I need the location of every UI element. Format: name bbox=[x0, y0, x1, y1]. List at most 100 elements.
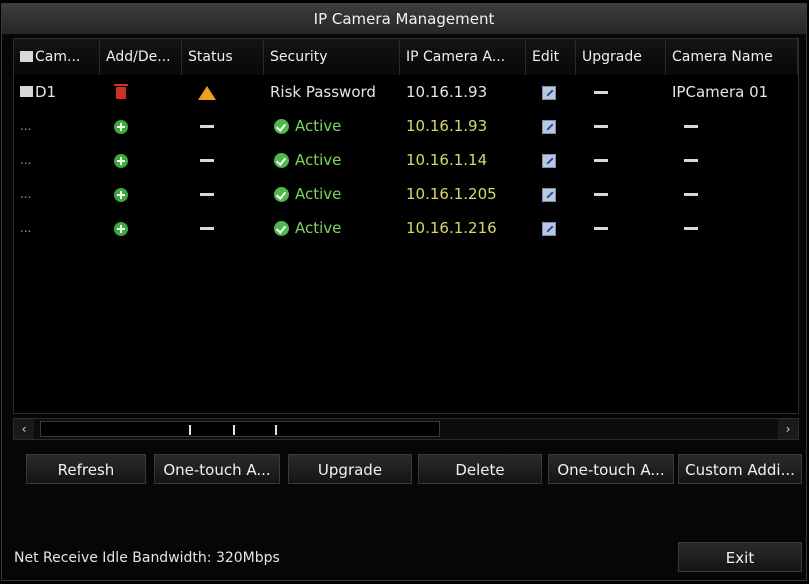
row-action bbox=[100, 109, 182, 143]
row-security: Active bbox=[264, 109, 400, 143]
row-ip: 10.16.1.14 bbox=[406, 151, 488, 169]
delete-icon[interactable] bbox=[114, 83, 128, 99]
edit-icon[interactable] bbox=[542, 153, 556, 168]
table-row[interactable]: ... Active 10.16.1.205 bbox=[14, 177, 798, 211]
row-action bbox=[100, 143, 182, 177]
col-ip-address[interactable]: IP Camera A... bbox=[400, 39, 526, 75]
bandwidth-status: Net Receive Idle Bandwidth: 320Mbps bbox=[14, 550, 280, 566]
dash-icon bbox=[684, 125, 698, 128]
row-ip: 10.16.1.205 bbox=[406, 185, 497, 203]
row-status bbox=[182, 177, 264, 211]
row-status bbox=[182, 143, 264, 177]
row-camera-name bbox=[666, 177, 798, 211]
row-upgrade bbox=[576, 143, 666, 177]
row-status bbox=[182, 75, 264, 109]
col-security[interactable]: Security bbox=[264, 39, 400, 75]
row-security: Active bbox=[264, 211, 400, 245]
edit-icon[interactable] bbox=[542, 119, 556, 134]
grip-mark bbox=[189, 425, 191, 435]
row-camera: ... bbox=[20, 119, 32, 133]
edit-icon[interactable] bbox=[542, 187, 556, 202]
row-ip: 10.16.1.93 bbox=[406, 83, 488, 101]
scroll-thumb[interactable] bbox=[40, 421, 440, 437]
refresh-button[interactable]: Refresh bbox=[26, 454, 146, 484]
row-upgrade bbox=[576, 109, 666, 143]
table-row[interactable]: ... Active 10.16.1.216 bbox=[14, 211, 798, 245]
table-row[interactable]: ... Active 10.16.1.93 bbox=[14, 109, 798, 143]
exit-button[interactable]: Exit bbox=[678, 542, 802, 572]
row-camera-name: IPCamera 01 bbox=[672, 83, 769, 101]
check-icon bbox=[274, 119, 289, 134]
dash-icon bbox=[200, 227, 214, 230]
row-status bbox=[182, 109, 264, 143]
row-edit bbox=[526, 177, 576, 211]
scroll-left-button[interactable]: ‹ bbox=[14, 419, 34, 439]
table-row[interactable]: ... Active 10.16.1.14 bbox=[14, 143, 798, 177]
dash-icon bbox=[200, 159, 214, 162]
check-icon bbox=[274, 187, 289, 202]
row-upgrade bbox=[576, 177, 666, 211]
col-camera[interactable]: Cam... bbox=[14, 39, 100, 75]
row-camera: ... bbox=[20, 187, 32, 201]
window-title: IP Camera Management bbox=[2, 4, 806, 34]
scroll-right-button[interactable]: › bbox=[778, 419, 798, 439]
row-edit bbox=[526, 109, 576, 143]
dash-icon bbox=[684, 159, 698, 162]
row-security: Active bbox=[264, 143, 400, 177]
col-camera-name[interactable]: Camera Name bbox=[666, 39, 798, 75]
horizontal-scrollbar[interactable]: ‹ › bbox=[13, 418, 799, 440]
row-camera-name bbox=[666, 211, 798, 245]
check-icon bbox=[274, 221, 289, 236]
dash-icon bbox=[594, 227, 608, 230]
dash-icon bbox=[200, 193, 214, 196]
edit-icon[interactable] bbox=[542, 221, 556, 236]
row-status bbox=[182, 211, 264, 245]
row-action bbox=[100, 211, 182, 245]
warning-icon bbox=[198, 85, 216, 100]
row-edit bbox=[526, 211, 576, 245]
delete-button[interactable]: Delete bbox=[418, 454, 542, 484]
one-touch-activate-button[interactable]: One-touch A... bbox=[548, 454, 674, 484]
row-camera: ... bbox=[20, 153, 32, 167]
row-edit bbox=[526, 143, 576, 177]
row-upgrade bbox=[576, 211, 666, 245]
col-edit[interactable]: Edit bbox=[526, 39, 576, 75]
dash-icon bbox=[200, 125, 214, 128]
dash-icon bbox=[594, 193, 608, 196]
row-edit bbox=[526, 75, 576, 109]
add-icon[interactable] bbox=[114, 221, 128, 236]
row-camera-name bbox=[666, 143, 798, 177]
row-checkbox[interactable] bbox=[20, 86, 33, 97]
col-upgrade[interactable]: Upgrade bbox=[576, 39, 666, 75]
dash-icon bbox=[684, 193, 698, 196]
upgrade-button[interactable]: Upgrade bbox=[288, 454, 412, 484]
add-icon[interactable] bbox=[114, 187, 128, 202]
table-row[interactable]: D1 Risk Password 10.16.1.93 IPCamera 01 bbox=[14, 75, 798, 109]
check-icon bbox=[274, 153, 289, 168]
custom-add-button[interactable]: Custom Addi... bbox=[678, 454, 802, 484]
one-touch-add-button[interactable]: One-touch A... bbox=[154, 454, 280, 484]
select-all-checkbox[interactable] bbox=[20, 50, 33, 62]
row-action bbox=[100, 177, 182, 211]
row-action bbox=[100, 75, 182, 109]
col-add-delete[interactable]: Add/De... bbox=[100, 39, 182, 75]
dash-icon bbox=[684, 227, 698, 230]
edit-icon[interactable] bbox=[542, 85, 556, 100]
dash-icon bbox=[594, 125, 608, 128]
grip-mark bbox=[233, 425, 235, 435]
camera-table: Cam... Add/De... Status Security IP Came… bbox=[13, 38, 799, 414]
table-header: Cam... Add/De... Status Security IP Came… bbox=[14, 39, 798, 75]
row-ip: 10.16.1.93 bbox=[406, 117, 488, 135]
row-security: Risk Password bbox=[270, 83, 376, 101]
dash-icon bbox=[594, 159, 608, 162]
row-security: Active bbox=[264, 177, 400, 211]
add-icon[interactable] bbox=[114, 153, 128, 168]
col-status[interactable]: Status bbox=[182, 39, 264, 75]
ip-camera-management-window: IP Camera Management Cam... Add/De... St… bbox=[1, 3, 807, 581]
row-camera: D1 bbox=[14, 75, 100, 109]
add-icon[interactable] bbox=[114, 119, 128, 134]
row-camera-name bbox=[666, 109, 798, 143]
row-camera: ... bbox=[20, 221, 32, 235]
grip-mark bbox=[275, 425, 277, 435]
row-upgrade bbox=[576, 75, 666, 109]
